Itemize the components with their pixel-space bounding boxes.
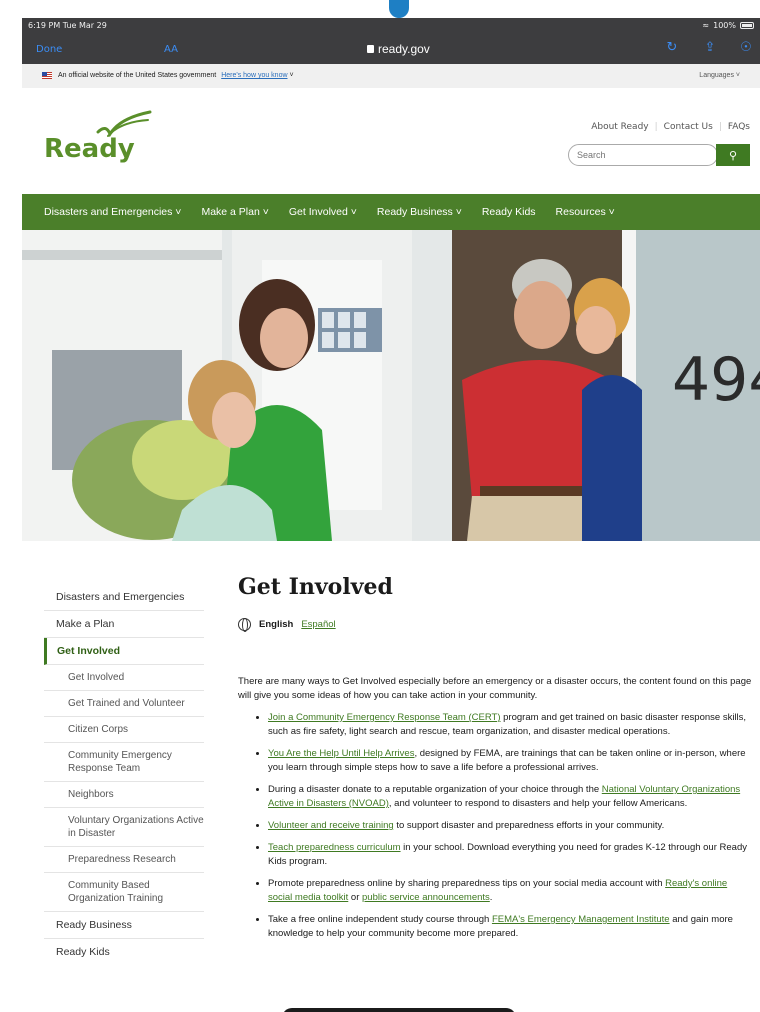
share-icon[interactable]: ⇪: [702, 40, 718, 56]
about-ready-link[interactable]: About Ready: [591, 122, 648, 132]
utility-links: About Ready | Contact Us | FAQs: [591, 122, 750, 132]
list-item-text: .: [489, 892, 493, 903]
volunteer-link[interactable]: Volunteer and receive training: [268, 820, 394, 831]
site-header: Ready About Ready | Contact Us | FAQs ⚲: [22, 88, 760, 194]
wifi-icon: ≈: [702, 21, 710, 30]
nav-label: Resources: [555, 206, 606, 218]
nav-ready-business[interactable]: Ready Business ˅: [377, 206, 462, 218]
list-item: During a disaster donate to a reputable …: [268, 783, 752, 811]
list-item: Take a free online independent study cou…: [268, 913, 752, 941]
sidebar-item-ready-business[interactable]: Ready Business: [44, 912, 204, 939]
lock-icon: [367, 45, 374, 53]
list-item-text: or: [348, 892, 362, 903]
globe-icon: [238, 618, 251, 632]
current-language: English: [259, 619, 294, 630]
separator: |: [718, 122, 722, 132]
reader-aa-button[interactable]: AA: [164, 44, 178, 55]
nav-label: Get Involved: [288, 206, 348, 218]
list-item: Volunteer and receive training to suppor…: [268, 819, 752, 833]
reload-icon[interactable]: ↻: [664, 40, 680, 56]
nav-resources[interactable]: Resources ˅: [556, 206, 615, 218]
list-item: Teach preparedness curriculum in your sc…: [268, 841, 752, 869]
sidebar-item-disasters[interactable]: Disasters and Emergencies: [44, 584, 204, 611]
main-nav: Disasters and Emergencies ˅ Make a Plan …: [22, 194, 760, 230]
search-form: ⚲: [568, 144, 750, 166]
espanol-link[interactable]: Español: [301, 619, 335, 630]
search-input[interactable]: [568, 144, 718, 166]
nav-label: Ready Business: [376, 206, 453, 218]
status-indicators: ≈ 100%: [702, 21, 754, 30]
sidebar-item-ready-kids[interactable]: Ready Kids: [44, 939, 204, 965]
sidebar-sub-citizen-corps[interactable]: Citizen Corps: [44, 717, 204, 743]
status-time: 6:19 PM Tue Mar 29: [28, 21, 107, 30]
battery-icon: [740, 22, 754, 29]
list-item-text: Promote preparedness online by sharing p…: [268, 878, 666, 889]
contact-us-link[interactable]: Contact Us: [664, 122, 713, 132]
compass-icon[interactable]: ☉: [738, 40, 754, 56]
banner-text: An official website of the United States…: [58, 72, 217, 79]
bottom-button-partial[interactable]: [282, 1008, 516, 1012]
hero-illustration: 494: [22, 230, 760, 541]
faqs-link[interactable]: FAQs: [728, 122, 750, 132]
sidebar-sub-preparedness-research[interactable]: Preparedness Research: [44, 847, 204, 873]
teach-curriculum-link[interactable]: Teach preparedness curriculum: [268, 842, 401, 853]
sidebar-sub-cert[interactable]: Community Emergency Response Team: [44, 743, 204, 782]
sidebar-sub-voad[interactable]: Voluntary Organizations Active in Disast…: [44, 808, 204, 847]
list-item: Join a Community Emergency Response Team…: [268, 711, 752, 739]
camera-indicator-dot: [389, 0, 409, 18]
ready-logo[interactable]: Ready: [44, 134, 135, 164]
sidebar-nav: Disasters and Emergencies Make a Plan Ge…: [44, 584, 204, 965]
battery-percent: 100%: [713, 21, 736, 30]
nav-make-a-plan[interactable]: Make a Plan ˅: [201, 206, 268, 218]
chevron-down-icon: ˅: [735, 72, 740, 79]
gov-banner: An official website of the United States…: [22, 64, 760, 88]
ways-list: Join a Community Emergency Response Team…: [238, 711, 752, 941]
heres-how-link[interactable]: Here's how you know: [221, 72, 287, 79]
nav-label: Make a Plan: [201, 206, 260, 218]
url-text: ready.gov: [378, 42, 430, 56]
intro-paragraph: There are many ways to Get Involved espe…: [238, 676, 752, 701]
sidebar-sub-get-trained[interactable]: Get Trained and Volunteer: [44, 691, 204, 717]
list-item-text: Take a free online independent study cou…: [268, 914, 492, 925]
chevron-down-icon: ˅: [289, 72, 294, 79]
main-content: Get Involved English Español There are m…: [238, 574, 752, 949]
psa-link[interactable]: public service announcements: [362, 892, 490, 903]
list-item-text: to support disaster and preparedness eff…: [393, 820, 665, 831]
nav-ready-kids[interactable]: Ready Kids: [482, 206, 536, 218]
address-bar[interactable]: ready.gov: [367, 42, 430, 56]
done-button[interactable]: Done: [36, 44, 62, 55]
search-icon: ⚲: [728, 148, 738, 162]
separator: |: [654, 122, 658, 132]
house-number: 494: [672, 345, 760, 415]
us-flag-icon: [42, 72, 52, 79]
list-item-text: , and volunteer to respond to disasters …: [388, 798, 688, 809]
emi-link[interactable]: FEMA's Emergency Management Institute: [492, 914, 670, 925]
nav-disasters[interactable]: Disasters and Emergencies ˅: [44, 206, 181, 218]
languages-dropdown[interactable]: Languages ˅: [699, 72, 740, 79]
cert-link[interactable]: Join a Community Emergency Response Team…: [268, 712, 501, 723]
list-item: Promote preparedness online by sharing p…: [268, 877, 752, 905]
sidebar-sub-cbo-training[interactable]: Community Based Organization Training: [44, 873, 204, 912]
list-item: You Are the Help Until Help Arrives, des…: [268, 747, 752, 775]
sidebar-item-make-a-plan[interactable]: Make a Plan: [44, 611, 204, 638]
search-button[interactable]: ⚲: [716, 144, 750, 166]
sidebar-sub-get-involved[interactable]: Get Involved: [44, 665, 204, 691]
list-item-text: During a disaster donate to a reputable …: [268, 784, 602, 795]
nav-label: Disasters and Emergencies: [44, 206, 173, 218]
page-title: Get Involved: [238, 574, 393, 600]
sidebar-sub-neighbors[interactable]: Neighbors: [44, 782, 204, 808]
languages-label: Languages: [699, 72, 734, 79]
browser-toolbar: 6:19 PM Tue Mar 29 ≈ 100% Done AA ready.…: [22, 18, 760, 64]
sidebar-item-get-involved[interactable]: Get Involved: [44, 638, 204, 665]
language-switcher: English Español: [238, 618, 752, 632]
hero-image: 494: [22, 230, 760, 541]
nav-get-involved[interactable]: Get Involved ˅: [289, 206, 357, 218]
help-until-help-link[interactable]: You Are the Help Until Help Arrives: [268, 748, 414, 759]
